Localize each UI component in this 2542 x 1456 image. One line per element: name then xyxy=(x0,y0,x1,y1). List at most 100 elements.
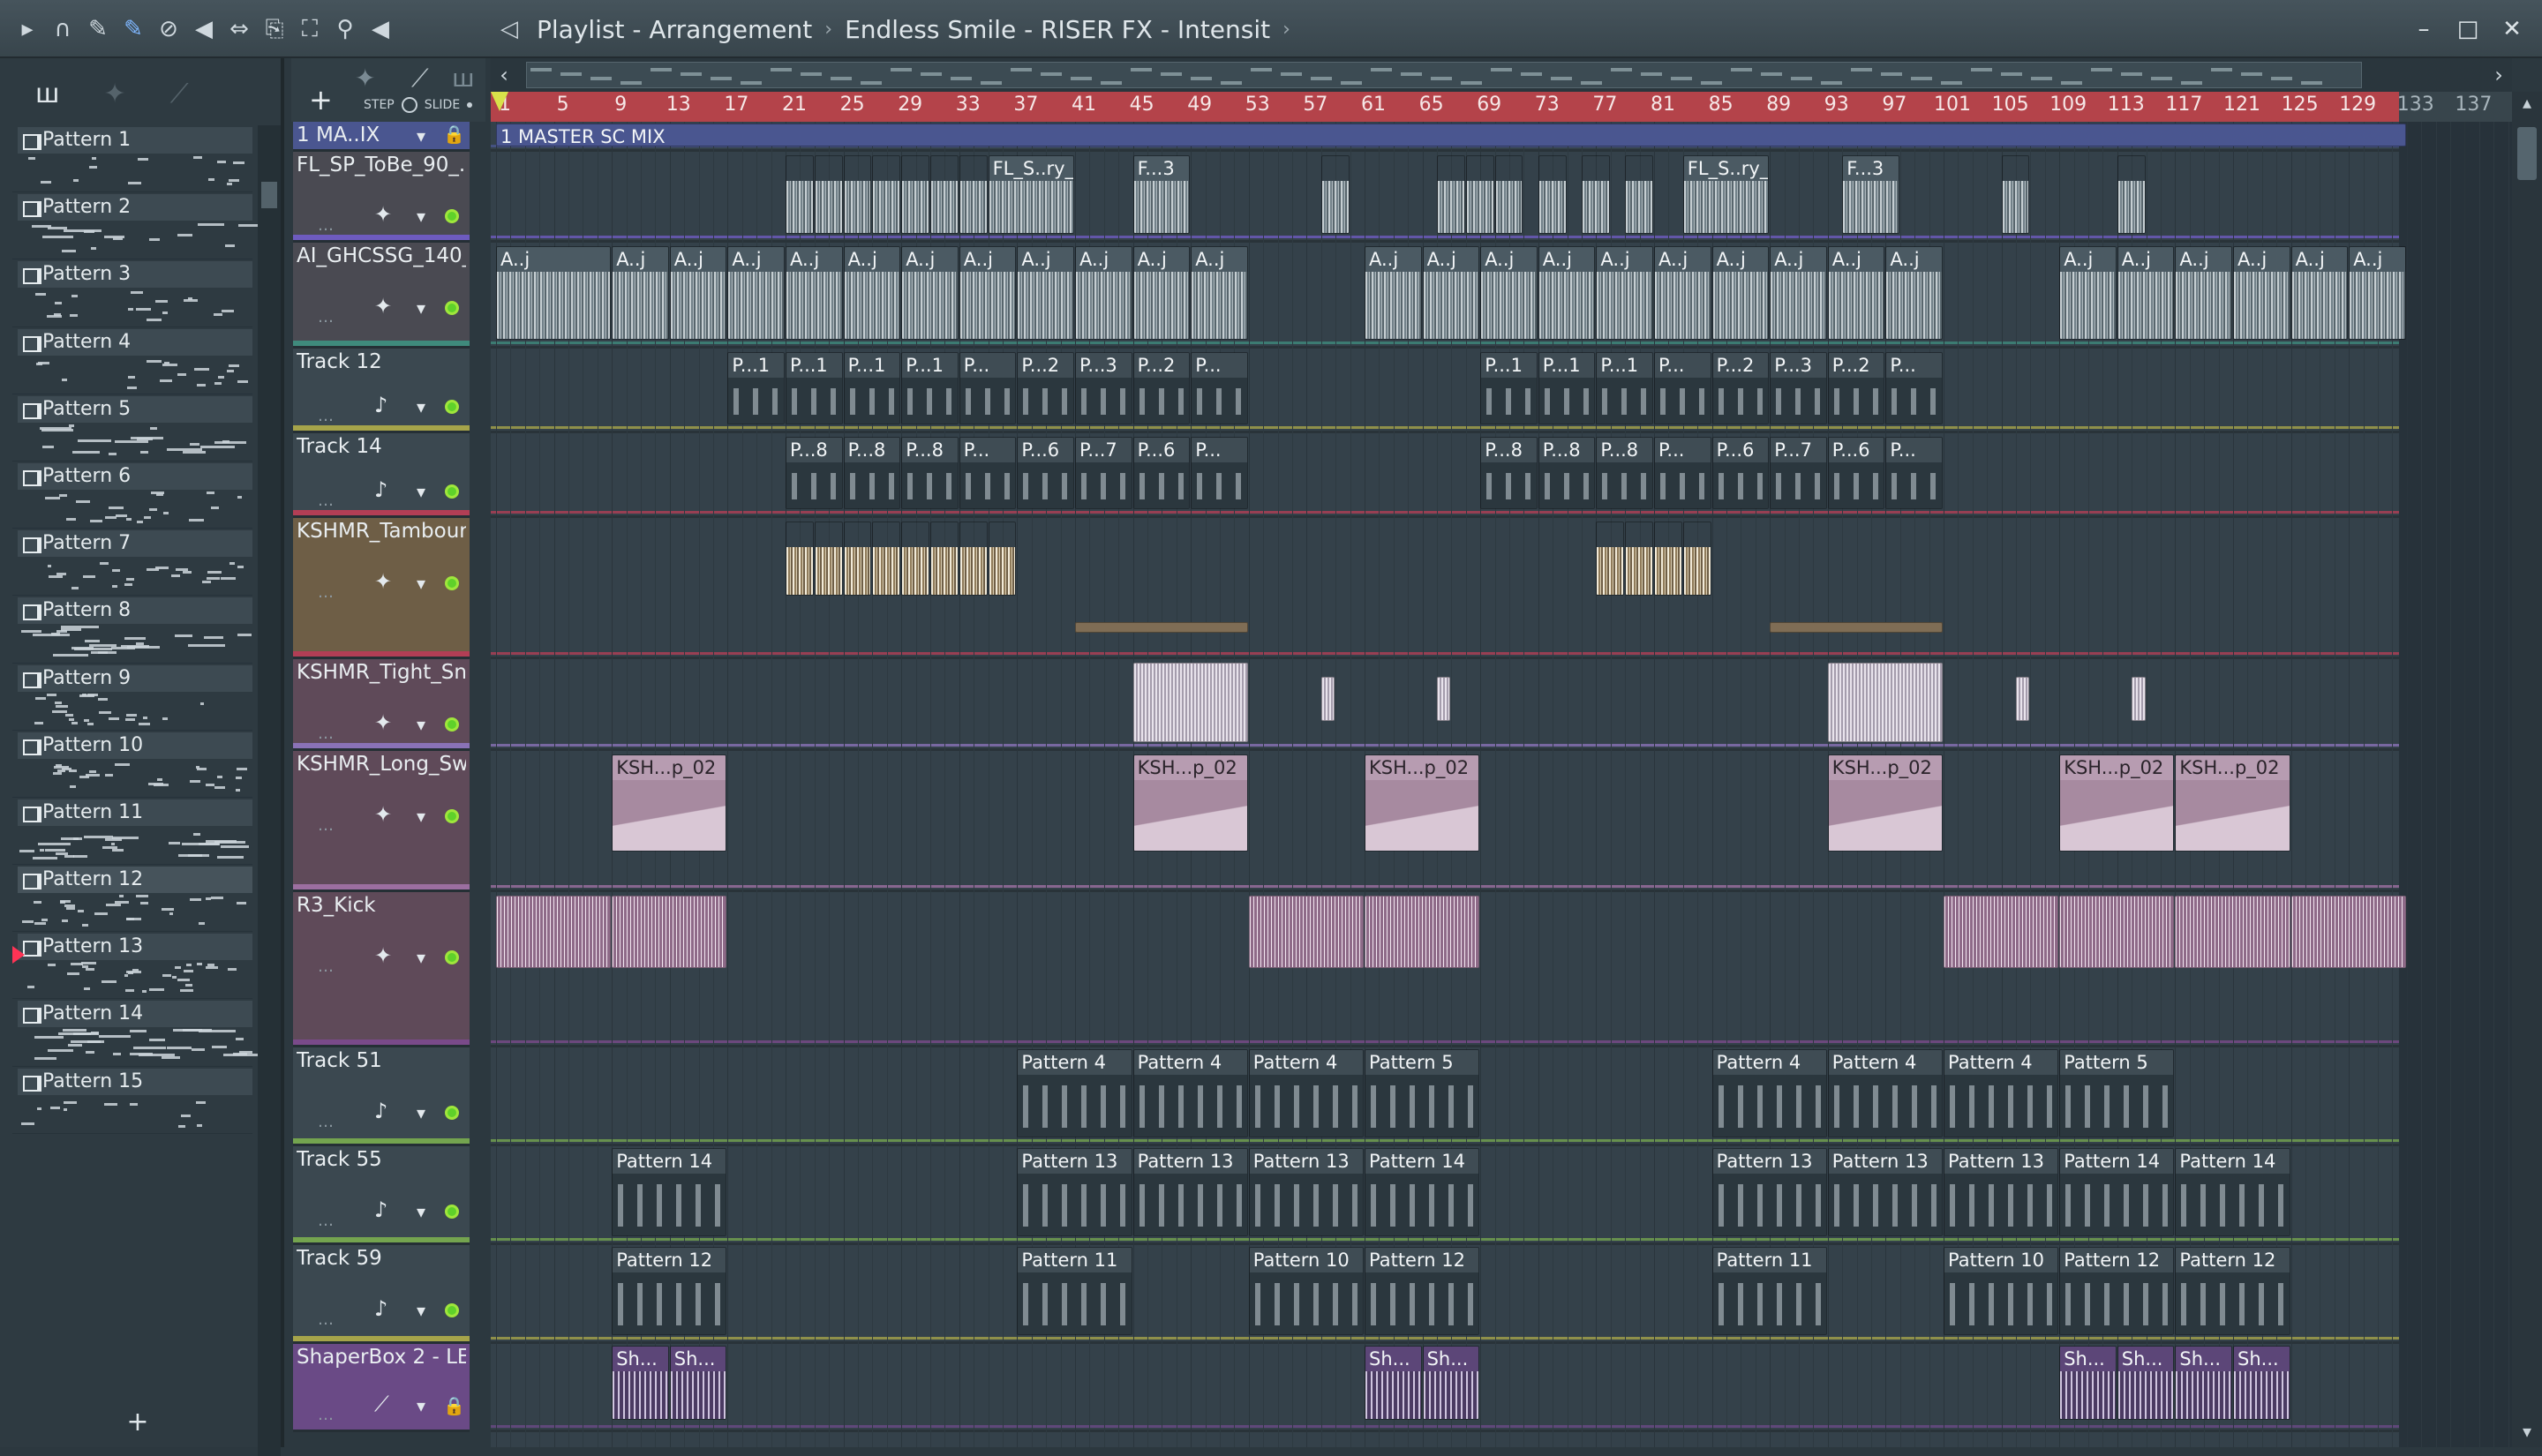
track-header[interactable]: KSHMR_Tambouri... … ✦ ▾ xyxy=(293,518,470,659)
track-name[interactable]: KSHMR_Long_Sw... xyxy=(297,753,466,776)
chevron-down-icon[interactable]: ▾ xyxy=(417,396,425,417)
playlist-clip[interactable]: A..j xyxy=(612,246,669,340)
playlist-clip[interactable] xyxy=(843,155,872,234)
speaker-icon[interactable]: ◁ xyxy=(494,11,524,47)
playlist-clip[interactable] xyxy=(1625,522,1653,596)
pattern-item[interactable]: Pattern 2 xyxy=(12,192,260,260)
playlist-clip[interactable] xyxy=(2001,155,2030,234)
playlist-clip[interactable]: A..j xyxy=(2117,246,2175,340)
track-name[interactable]: Track 12 xyxy=(297,350,466,373)
pattern-item[interactable]: Pattern 10 xyxy=(12,731,252,798)
track-name[interactable]: R3_Kick xyxy=(297,894,466,917)
track-name[interactable]: FL_SP_ToBe_90_... xyxy=(297,154,466,176)
playlist-clip[interactable]: Pattern 14 xyxy=(1365,1148,1480,1236)
playlist-clip[interactable]: Pattern 10 xyxy=(1944,1247,2059,1335)
track-options-icon[interactable]: … xyxy=(318,957,334,976)
track-enable-led[interactable] xyxy=(445,809,459,823)
playlist-clip[interactable]: A..j xyxy=(1132,246,1191,340)
playlist-clip[interactable]: Pattern 12 xyxy=(1365,1247,1480,1335)
playlist-clip[interactable] xyxy=(872,522,901,596)
playlist-clip[interactable]: P...7 xyxy=(1770,437,1827,509)
playlist-clip[interactable] xyxy=(1944,896,2059,968)
playlist-clip[interactable]: KSH...p_02 xyxy=(2059,754,2175,852)
scroll-up-icon[interactable]: ▴ xyxy=(2512,92,2542,118)
scroll-left-icon[interactable]: ‹ xyxy=(491,58,517,92)
track-lane[interactable] xyxy=(491,433,2399,518)
playlist-clip[interactable]: FL_S..ry_03 xyxy=(988,155,1074,234)
slice-icon[interactable]: ⎘ xyxy=(259,11,290,47)
playlist-clip[interactable] xyxy=(1770,622,1943,633)
playlist-clip[interactable]: P...7 xyxy=(1075,437,1132,509)
playlist-clip[interactable]: FL_S..ry_03 xyxy=(1682,155,1770,234)
playlist-clip[interactable]: P...6 xyxy=(1827,437,1885,509)
playlist-clip[interactable] xyxy=(1538,155,1567,234)
playlist-clip[interactable]: P... xyxy=(1885,352,1943,424)
track-enable-led[interactable] xyxy=(445,400,459,414)
track-enable-led[interactable] xyxy=(445,1106,459,1120)
track-header[interactable]: KSHMR_Long_Sw... … ✦ ▾ xyxy=(293,751,470,892)
playlist-clip[interactable] xyxy=(1132,663,1248,742)
playlist-clip[interactable]: P... xyxy=(959,437,1017,509)
playlist-clip[interactable]: P...1 xyxy=(1596,352,1653,424)
track-options-icon[interactable]: … xyxy=(318,1406,334,1424)
chevron-down-icon[interactable]: ▾ xyxy=(417,714,425,735)
track-enable-led[interactable] xyxy=(445,484,459,499)
audio-clip-tool-icon[interactable]: ✦ xyxy=(355,64,375,93)
playlist-clip[interactable] xyxy=(1682,522,1711,596)
track-enable-led[interactable] xyxy=(445,1205,459,1219)
playlist-clip[interactable] xyxy=(496,896,612,968)
play-arrow-icon[interactable]: ▸ xyxy=(12,11,42,47)
chevron-down-icon[interactable]: ▾ xyxy=(417,573,425,594)
playlist-clip[interactable]: Pattern 12 xyxy=(2059,1247,2175,1335)
playlist-clip[interactable]: A..j xyxy=(1480,246,1538,340)
chevron-down-icon[interactable]: ▾ xyxy=(417,947,425,968)
playlist-clip[interactable]: Pattern 13 xyxy=(1017,1148,1132,1236)
track-enable-led[interactable] xyxy=(445,576,459,590)
audio-icon[interactable]: ✦ xyxy=(103,79,125,109)
track-options-icon[interactable]: … xyxy=(318,492,334,510)
playlist-clip[interactable]: P...8 xyxy=(901,437,959,509)
chevron-down-icon[interactable]: ▾ xyxy=(417,1102,425,1123)
lock-icon[interactable]: 🔒 xyxy=(443,1395,465,1416)
maximize-button[interactable]: □ xyxy=(2450,11,2486,47)
playlist-clip[interactable] xyxy=(988,522,1017,596)
track-header[interactable]: R3_Kick … ✦ ▾ xyxy=(293,892,470,1047)
breadcrumb-playlist[interactable]: Playlist - Arrangement xyxy=(537,15,812,44)
pattern-item[interactable]: Pattern 4 xyxy=(12,327,252,394)
playlist-clip[interactable]: Pattern 13 xyxy=(1827,1148,1943,1236)
playlist-clip[interactable] xyxy=(1494,155,1523,234)
magnet-icon[interactable]: ∩ xyxy=(48,11,78,47)
playlist-clip[interactable] xyxy=(2117,155,2146,234)
track-name[interactable]: Track 51 xyxy=(297,1049,466,1072)
playlist-clip[interactable]: Sh... xyxy=(2117,1346,2175,1420)
playlist-clip[interactable]: Pattern 14 xyxy=(612,1148,727,1236)
pattern-item[interactable]: Pattern 9 xyxy=(12,664,252,731)
timeline-ruler[interactable]: 1 5 9 13 17 21 25 29 33 37 41 45 49 53 57 61 65 69 73 77 81 8… xyxy=(491,92,2512,122)
playlist-clip[interactable] xyxy=(1365,896,1480,968)
playlist-clip[interactable]: Sh... xyxy=(669,1346,727,1420)
chevron-down-icon[interactable]: ▾ xyxy=(417,806,425,827)
step-radio[interactable] xyxy=(401,97,417,113)
scroll-right-icon[interactable]: › xyxy=(2486,58,2512,92)
track-name[interactable]: Track 14 xyxy=(297,435,466,458)
playlist-clip[interactable]: Pattern 11 xyxy=(1711,1247,1827,1335)
playlist-clip[interactable]: P...1 xyxy=(901,352,959,424)
playlist-clip[interactable] xyxy=(901,522,929,596)
pattern-item[interactable]: Pattern 7 xyxy=(12,529,252,597)
pattern-item[interactable]: Pattern 11 xyxy=(12,798,252,866)
playlist-clip[interactable]: P...8 xyxy=(786,437,843,509)
track-header[interactable]: Track 12 … ♪ ▾ xyxy=(293,349,470,433)
playlist-clip[interactable]: F...3 xyxy=(1842,155,1899,234)
playlist-clip[interactable]: P...1 xyxy=(727,352,785,424)
track-options-icon[interactable]: … xyxy=(318,407,334,425)
playlist-clip[interactable]: A..j xyxy=(1596,246,1653,340)
playlist-clip[interactable] xyxy=(1465,155,1494,234)
track-enable-led[interactable] xyxy=(445,717,459,732)
playlist-clip[interactable]: P...6 xyxy=(1017,437,1074,509)
track-options-icon[interactable]: … xyxy=(318,583,334,602)
playlist-clip[interactable] xyxy=(612,896,727,968)
playlist-clip[interactable]: Sh... xyxy=(1365,1346,1422,1420)
playlist-clip[interactable]: KSH...p_02 xyxy=(2175,754,2290,852)
browser-scrollbar[interactable] xyxy=(258,125,281,1456)
add-track-button[interactable]: + xyxy=(309,83,333,116)
